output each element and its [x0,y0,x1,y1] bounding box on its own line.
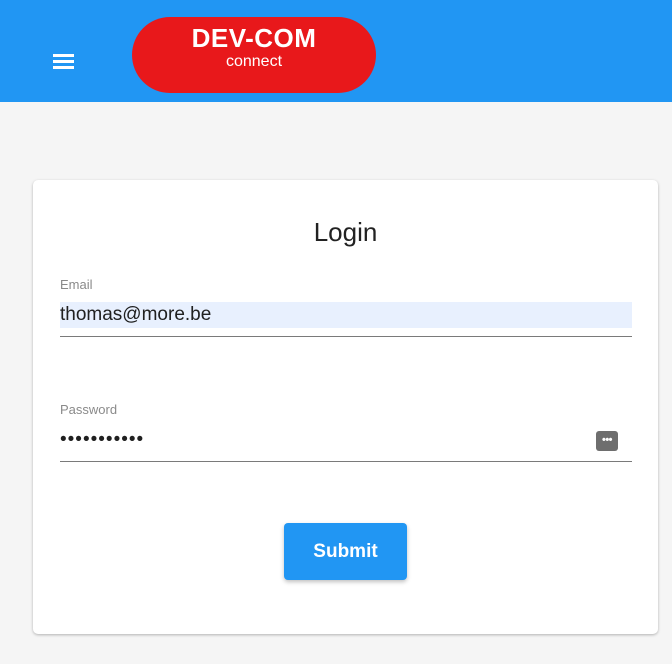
hamburger-menu-icon[interactable] [49,44,83,74]
menu-line [53,60,74,63]
email-underline [60,336,632,337]
logo-main-text: DEV-COM [191,23,317,53]
password-underline [60,461,632,462]
login-card: Login Email Password ••• Submit [33,180,658,634]
app-bar: DEV-COM connect [0,0,672,102]
password-field[interactable] [60,427,590,453]
menu-line [53,66,74,69]
password-label: Password [60,402,118,417]
password-dots-icon[interactable]: ••• [596,431,618,451]
email-field[interactable] [60,302,632,328]
login-title: Login [313,217,378,247]
menu-line [53,54,74,57]
submit-button[interactable]: Submit [284,523,407,580]
dev-com-logo[interactable]: DEV-COM connect [132,17,376,93]
logo-sub-text: connect [225,53,283,70]
email-label: Email [60,277,93,292]
